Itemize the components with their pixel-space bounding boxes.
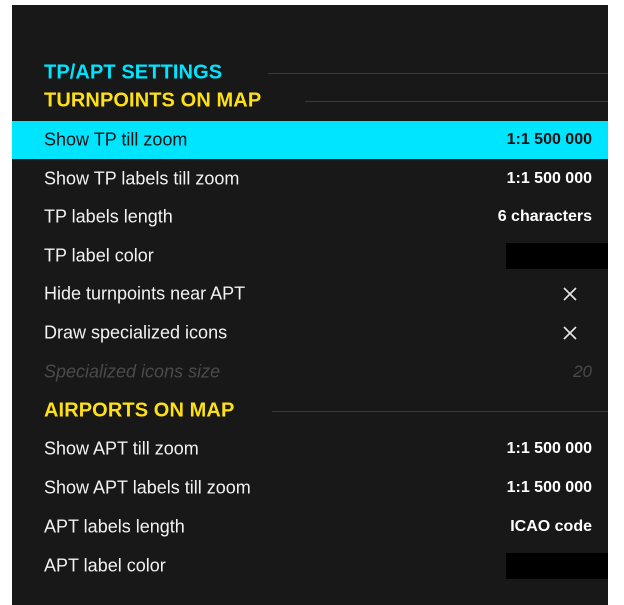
setting-tp-label-color[interactable]: TP label color: [12, 237, 608, 275]
setting-show-tp-zoom[interactable]: Show TP till zoom 1:1 500 000: [12, 121, 608, 159]
setting-specialized-icons-size: Specialized icons size 20: [12, 353, 608, 391]
section-divider: [305, 100, 608, 102]
setting-value: 20: [573, 362, 592, 381]
setting-value: 1:1 500 000: [506, 131, 592, 148]
setting-label: Hide turnpoints near APT: [44, 283, 246, 304]
section-header-airports: AIRPORTS ON MAP: [12, 395, 608, 426]
setting-show-apt-zoom[interactable]: Show APT till zoom 1:1 500 000: [12, 430, 608, 468]
color-swatch[interactable]: [506, 243, 608, 269]
turnpoints-section-title: TURNPOINTS ON MAP: [44, 89, 262, 111]
setting-value: 6 characters: [497, 208, 592, 225]
setting-label: APT label color: [44, 555, 166, 576]
setting-hide-turnpoints-near-apt[interactable]: Hide turnpoints near APT: [12, 275, 608, 313]
setting-label: Show APT labels till zoom: [44, 477, 251, 498]
setting-show-apt-labels-zoom[interactable]: Show APT labels till zoom 1:1 500 000: [12, 469, 608, 507]
setting-label: Show TP till zoom: [44, 129, 188, 150]
setting-value: ICAO code: [510, 518, 592, 535]
setting-label: TP labels length: [44, 206, 173, 227]
setting-value: 1:1 500 000: [506, 479, 592, 496]
setting-label: Show TP labels till zoom: [44, 168, 240, 189]
airports-section-title: AIRPORTS ON MAP: [44, 399, 235, 421]
section-header-turnpoints: TURNPOINTS ON MAP: [12, 85, 608, 116]
x-mark-icon[interactable]: [562, 286, 578, 302]
section-header-tp-apt-settings: TP/APT SETTINGS: [12, 57, 608, 88]
setting-show-tp-labels-zoom[interactable]: Show TP labels till zoom 1:1 500 000: [12, 160, 608, 198]
setting-apt-labels-length[interactable]: APT labels length ICAO code: [12, 508, 608, 546]
setting-apt-label-color[interactable]: APT label color: [12, 547, 608, 585]
section-divider: [272, 410, 608, 412]
setting-label: Draw specialized icons: [44, 322, 228, 343]
setting-draw-specialized-icons[interactable]: Draw specialized icons: [12, 314, 608, 352]
setting-label: TP label color: [44, 245, 154, 266]
settings-title: TP/APT SETTINGS: [44, 61, 223, 83]
color-swatch[interactable]: [506, 553, 608, 579]
settings-panel: TP/APT SETTINGS TURNPOINTS ON MAP Show T…: [12, 5, 608, 605]
setting-tp-labels-length[interactable]: TP labels length 6 characters: [12, 198, 608, 236]
setting-label: APT labels length: [44, 516, 185, 537]
section-divider: [268, 72, 608, 74]
setting-label: Specialized icons size: [44, 361, 221, 382]
setting-label: Show APT till zoom: [44, 438, 199, 459]
setting-value: 1:1 500 000: [506, 440, 592, 457]
x-mark-icon[interactable]: [562, 325, 578, 341]
setting-value: 1:1 500 000: [506, 170, 592, 187]
